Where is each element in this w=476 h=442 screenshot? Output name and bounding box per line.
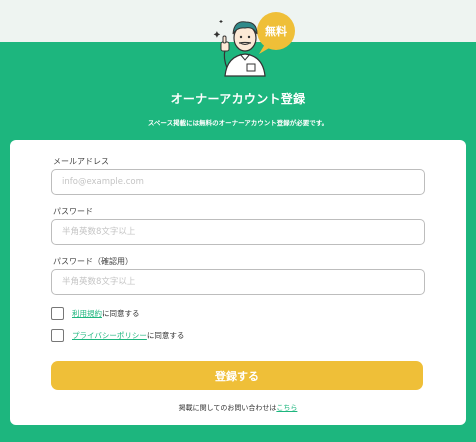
page-subtitle: スペース掲載には無料のオーナーアカウント登録が必要です。	[147, 119, 329, 127]
password-confirm-field[interactable]	[51, 269, 425, 295]
password-field[interactable]	[51, 219, 425, 245]
privacy-checkbox[interactable]	[51, 328, 64, 342]
terms-suffix: に同意する	[102, 308, 140, 318]
mascot-illustration-icon: 無料	[213, 12, 295, 77]
contact-link[interactable]: こちら	[276, 404, 297, 412]
terms-text: 利用規約に同意する	[72, 308, 140, 319]
free-badge-text: 無料	[265, 24, 287, 38]
free-badge: 無料	[257, 12, 295, 54]
page-title: オーナーアカウント登録	[170, 92, 306, 106]
terms-link[interactable]: 利用規約	[72, 309, 102, 318]
registration-form-card: メールアドレス パスワード パスワード（確認用） 利用規約に同意する プライバシ…	[10, 140, 466, 425]
email-label: メールアドレス	[53, 157, 109, 166]
privacy-agree-row: プライバシーポリシーに同意する	[51, 328, 184, 342]
contact-text: 掲載に関してのお問い合わせは	[178, 404, 277, 412]
privacy-text: プライバシーポリシーに同意する	[72, 330, 184, 341]
register-button[interactable]: 登録する	[51, 361, 423, 390]
password-confirm-label: パスワード（確認用）	[53, 257, 133, 266]
password-label: パスワード	[53, 207, 93, 216]
terms-agree-row: 利用規約に同意する	[51, 306, 140, 320]
privacy-suffix: に同意する	[146, 330, 185, 340]
privacy-policy-link[interactable]: プライバシーポリシー	[72, 331, 147, 340]
email-field[interactable]	[51, 169, 425, 195]
terms-checkbox[interactable]	[51, 306, 64, 320]
contact-note: 掲載に関してのお問い合わせはこちら	[10, 403, 466, 413]
